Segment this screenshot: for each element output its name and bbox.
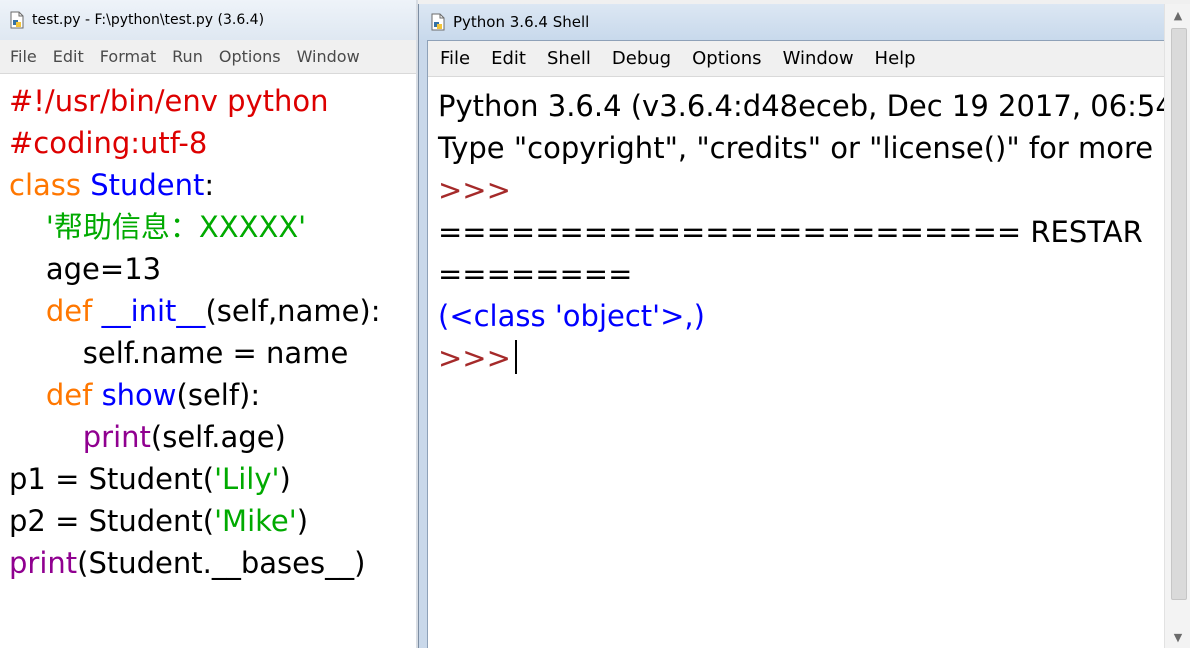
code-line: p1 = Student('Lily') — [9, 458, 418, 500]
def-token: __init__ — [101, 294, 206, 328]
code-line: p2 = Student('Mike') — [9, 500, 418, 542]
shell-menubar: File Edit Shell Debug Options Window Hel… — [428, 41, 1164, 77]
string-token: '帮助信息：XXXXX' — [45, 210, 307, 244]
vertical-scrollbar[interactable]: ▲ ▼ — [1164, 4, 1190, 648]
editor-menu-window[interactable]: Window — [297, 47, 360, 66]
editor-menu-run[interactable]: Run — [172, 47, 203, 66]
string-token: 'Lily' — [214, 462, 280, 496]
code-text: Python 3.6.4 (v3.6.4:d48eceb, Dec 19 201… — [438, 89, 1164, 123]
code-text: (Student.__bases__) — [77, 546, 366, 580]
code-line: def __init__(self,name): — [9, 290, 418, 332]
code-text: : — [204, 168, 215, 202]
code-text: (self): — [176, 378, 261, 412]
chevron-down-icon[interactable]: ▼ — [1165, 626, 1190, 648]
code-text: ======================== RESTAR — [438, 215, 1143, 249]
code-text: self.name = name — [9, 336, 349, 370]
code-line: self.name = name — [9, 332, 418, 374]
shell-menu-edit[interactable]: Edit — [491, 48, 526, 69]
editor-menu-edit[interactable]: Edit — [53, 47, 84, 66]
code-line: def show(self): — [9, 374, 418, 416]
shell-line: (<class 'object'>,) — [438, 295, 1164, 337]
code-text: age=13 — [9, 252, 162, 286]
shell-line: Python 3.6.4 (v3.6.4:d48eceb, Dec 19 201… — [438, 85, 1164, 127]
code-text: ======== — [438, 257, 633, 291]
shell-line: >>> — [438, 337, 1164, 379]
shell-menu-options[interactable]: Options — [692, 48, 761, 69]
string-token: 'Mike' — [214, 504, 297, 538]
shell-line: >>> — [438, 169, 1164, 211]
out-token: (<class 'object'>,) — [438, 299, 705, 333]
editor-menubar: File Edit Format Run Options Window — [0, 40, 418, 74]
shell-client-area: File Edit Shell Debug Options Window Hel… — [427, 40, 1165, 648]
code-text: p2 = Student( — [9, 504, 215, 538]
chevron-up-icon[interactable]: ▲ — [1165, 4, 1190, 26]
shell-menu-window[interactable]: Window — [783, 48, 854, 69]
code-text: ) — [279, 462, 291, 496]
keyword-token: def — [45, 294, 93, 328]
code-text: (self.age) — [150, 420, 286, 454]
editor-window: test.py - F:\python\test.py (3.6.4) File… — [0, 0, 418, 648]
code-line: class Student: — [9, 164, 418, 206]
code-text: ) — [296, 504, 309, 538]
keyword-token: def — [45, 378, 93, 412]
python-file-icon — [429, 13, 447, 31]
shell-line: ======== — [438, 253, 1164, 295]
code-line: age=13 — [9, 248, 418, 290]
shell-output-area[interactable]: Python 3.6.4 (v3.6.4:d48eceb, Dec 19 201… — [428, 77, 1164, 379]
code-line: '帮助信息：XXXXX' — [9, 206, 418, 248]
prompt-token: >>> — [438, 341, 511, 375]
shell-titlebar[interactable]: Python 3.6.4 Shell — [419, 4, 1190, 40]
editor-title: test.py - F:\python\test.py (3.6.4) — [32, 12, 265, 28]
shell-menu-file[interactable]: File — [440, 48, 470, 69]
shell-window: Python 3.6.4 Shell File Edit Shell Debug… — [418, 4, 1190, 648]
prompt-token: >>> — [438, 173, 511, 207]
editor-menu-file[interactable]: File — [10, 47, 37, 66]
comment-token: #coding:utf-8 — [9, 126, 208, 160]
code-line: print(self.age) — [9, 416, 418, 458]
python-file-icon — [8, 11, 26, 29]
shell-line: ======================== RESTAR — [438, 211, 1164, 253]
editor-titlebar[interactable]: test.py - F:\python\test.py (3.6.4) — [0, 0, 418, 40]
code-line: #coding:utf-8 — [9, 122, 418, 164]
code-editor-area[interactable]: #!/usr/bin/env python #coding:utf-8 class … — [0, 74, 418, 584]
code-line: #!/usr/bin/env python — [9, 80, 418, 122]
code-text: p1 = Student( — [9, 462, 215, 496]
code-text: Type "copyright", "credits" or "license(… — [438, 131, 1154, 165]
scrollbar-thumb[interactable] — [1171, 28, 1187, 600]
builtin-token: print — [82, 420, 151, 454]
editor-menu-options[interactable]: Options — [219, 47, 281, 66]
builtin-token: print — [9, 546, 78, 580]
def-token: show — [101, 378, 177, 412]
shell-menu-shell[interactable]: Shell — [547, 48, 591, 69]
keyword-token: class — [9, 168, 81, 202]
shell-line: Type "copyright", "credits" or "license(… — [438, 127, 1164, 169]
shell-title: Python 3.6.4 Shell — [453, 13, 590, 31]
text-cursor — [514, 340, 517, 374]
code-text: (self,name): — [205, 294, 381, 328]
shell-menu-help[interactable]: Help — [875, 48, 916, 69]
def-token: Student — [90, 168, 205, 202]
editor-menu-format[interactable]: Format — [100, 47, 156, 66]
code-line: print(Student.__bases__) — [9, 542, 418, 584]
shell-menu-debug[interactable]: Debug — [612, 48, 671, 69]
comment-token: #!/usr/bin/env python — [9, 84, 329, 118]
